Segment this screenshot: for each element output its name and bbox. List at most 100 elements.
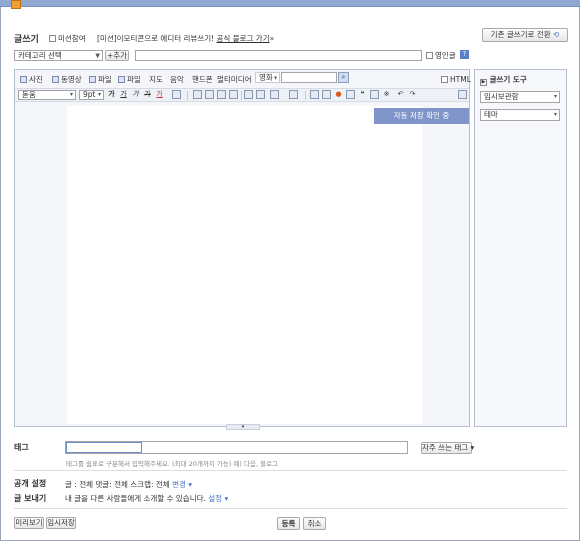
highlight-icon[interactable] [172, 90, 181, 99]
align-right-icon[interactable] [217, 90, 226, 99]
media-dropdown[interactable]: 영화 ▾ [255, 72, 280, 83]
tags-input-focus [66, 442, 142, 453]
html-toggle-label: HTML [450, 75, 471, 84]
publish-settings: 글 : 전체 댓글: 전체 스크랩: 전체 변경 ▾ [65, 480, 193, 489]
line-height-icon[interactable] [270, 90, 279, 99]
checkbox-icon [441, 76, 448, 83]
expand-icon[interactable] [458, 90, 467, 99]
top-bar [0, 0, 580, 7]
chevron-down-icon: ▾ [553, 93, 557, 100]
english-checkbox[interactable]: 영인글 [426, 50, 456, 61]
video-icon [52, 76, 59, 83]
media-search-input[interactable] [281, 72, 337, 83]
toolbar-label: 사진 [29, 75, 43, 84]
toolbar-map[interactable]: 지도 [149, 74, 163, 85]
toolbar-file[interactable]: 파일 [89, 74, 112, 85]
link-icon[interactable] [346, 90, 355, 99]
add-category-button[interactable]: +추가 [105, 50, 129, 61]
switch-editor-button[interactable]: 기존 글쓰기로 전환 ⟲ [482, 28, 568, 42]
indent-icon[interactable] [256, 90, 265, 99]
toolbar-file-2[interactable]: 파일 [118, 74, 141, 85]
help-icon[interactable]: ? [460, 50, 469, 59]
publish-label: 공개 설정 [14, 479, 47, 488]
refresh-icon: ⟲ [553, 30, 560, 39]
align-left-icon[interactable] [193, 90, 202, 99]
submit-button[interactable]: 등록 [277, 517, 300, 530]
align-center-icon[interactable] [205, 90, 214, 99]
side-panel-title: ▶ 글쓰기 도구 [480, 74, 527, 86]
resize-handle[interactable]: ▾ [226, 424, 260, 430]
table-icon[interactable] [310, 90, 319, 99]
toolbar-photo[interactable]: 사진 [20, 74, 43, 85]
font-color-button[interactable]: 가 [155, 90, 164, 99]
photo-icon [20, 76, 27, 83]
search-icon[interactable]: ⌕ [338, 72, 349, 83]
divider [14, 508, 567, 509]
toolbar-label: 파일 [98, 75, 112, 84]
chevron-down-icon: ▾ [97, 91, 101, 98]
chevron-down-icon: ▾ [273, 74, 277, 81]
divider [241, 91, 242, 100]
toolbar-label: 동영상 [61, 75, 82, 84]
mission-checkbox[interactable]: 미션참여 [49, 33, 86, 44]
redo-icon[interactable]: ↷ [408, 90, 417, 99]
theme-label: 테마 [484, 110, 498, 119]
category-select[interactable]: 카테고리 선택 ▼ [14, 50, 103, 61]
media-dropdown-label: 영화 [259, 73, 273, 82]
share-label: 글 보내기 [14, 494, 47, 503]
chevron-down-icon: ▾ [69, 91, 73, 98]
toolbar-video[interactable]: 동영상 [52, 74, 82, 85]
frequent-tags-label: 자주 쓰는 태그 [422, 443, 469, 452]
publish-settings-text: 글 : 전체 댓글: 전체 스크랩: 전체 [65, 480, 170, 489]
tags-label: 태그 [14, 443, 29, 452]
english-checkbox-label: 영인글 [435, 51, 456, 60]
blog-logo-icon [11, 0, 21, 9]
toolbar-music[interactable]: 음악 [170, 74, 184, 85]
font-select[interactable]: 돋움 ▾ [18, 90, 76, 100]
autosave-status: 자동 저장 확인 중 [374, 108, 469, 124]
bold-button[interactable]: 가 [107, 90, 116, 99]
box-icon[interactable] [322, 90, 331, 99]
emoticon-icon[interactable]: ● [334, 90, 343, 99]
checkbox-icon [426, 52, 433, 59]
html-toggle[interactable]: HTML [441, 75, 471, 84]
cancel-button[interactable]: 취소 [303, 517, 326, 530]
page-title: 글쓰기 [14, 35, 39, 45]
checkbox-icon [49, 35, 56, 42]
collapse-icon[interactable]: ▶ [480, 79, 487, 86]
change-publish-link[interactable]: 변경 [172, 480, 186, 489]
side-panel-temp-storage[interactable]: 임시보관함 ▾ [480, 91, 560, 103]
outdent-icon[interactable] [244, 90, 253, 99]
tags-hint: 태그를 쉼표로 구분해서 입력해주세요. (최대 20개까지 가능) 예) 다음… [66, 460, 279, 468]
file-icon [89, 76, 96, 83]
italic-button[interactable]: 가 [131, 90, 140, 99]
editor-content[interactable] [67, 106, 422, 424]
divider [14, 470, 567, 471]
special-char-icon[interactable]: ※ [382, 90, 391, 99]
toolbar-phone[interactable]: 핸드폰 [192, 74, 213, 85]
font-size-selected: 9pt [83, 90, 96, 99]
toolbar-multimedia[interactable]: 멀티미디어 [217, 74, 252, 85]
frequent-tags-button[interactable]: 자주 쓰는 태그 ▾ [421, 442, 474, 454]
font-size-select[interactable]: 9pt ▾ [79, 90, 104, 100]
quote-icon[interactable]: ❝ [358, 90, 367, 99]
list-icon[interactable] [289, 90, 298, 99]
temp-storage-label: 임시보관함 [484, 92, 519, 101]
toolbar-label: 파일 [127, 75, 141, 84]
align-justify-icon[interactable] [229, 90, 238, 99]
divider [305, 91, 306, 100]
divider-line-icon[interactable] [370, 90, 379, 99]
underline-button[interactable]: 가 [119, 90, 128, 99]
side-panel-theme[interactable]: 테마 ▾ [480, 109, 560, 121]
mission-link[interactable]: 공식 블로그 가기 [217, 34, 270, 43]
side-panel-title-text: 글쓰기 도구 [489, 75, 527, 84]
strike-button[interactable]: 가 [143, 90, 152, 99]
mission-text: [미션]이모티콘으로 에디터 리뷰쓰기! 공식 블로그 가기» [97, 33, 274, 44]
divider [187, 91, 188, 100]
undo-icon[interactable]: ↶ [396, 90, 405, 99]
preview-button[interactable]: 미리보기 [14, 517, 44, 529]
mission-description: [미션]이모티콘으로 에디터 리뷰쓰기! [97, 34, 215, 43]
share-settings-link[interactable]: 설정 [208, 494, 222, 503]
title-input[interactable] [135, 50, 422, 61]
temp-save-button[interactable]: 임시저장 [46, 517, 76, 529]
